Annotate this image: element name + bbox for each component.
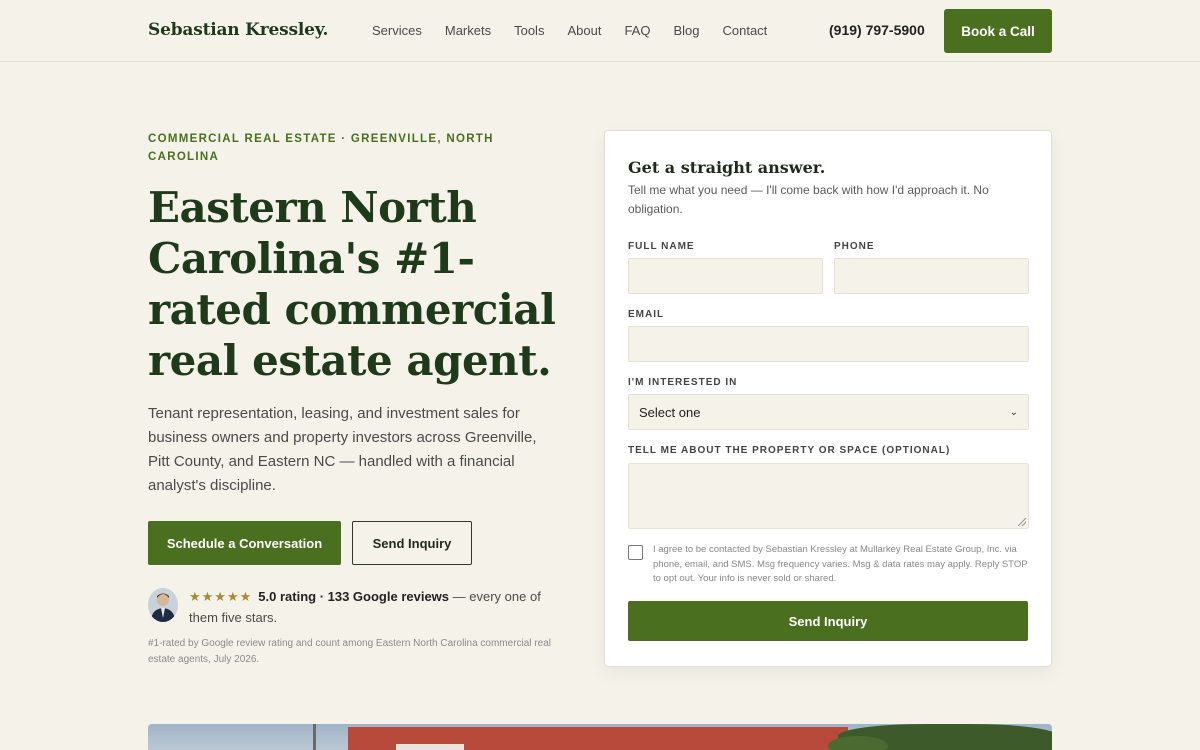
full-name-label: FULL NAME: [628, 241, 695, 252]
form-title: Get a straight answer.: [628, 158, 826, 177]
consent-checkbox[interactable]: [628, 545, 643, 560]
brand-logo[interactable]: Sebastian Kressley.: [148, 20, 328, 40]
interest-select[interactable]: Select one ⌄: [628, 394, 1029, 430]
message-label: TELL ME ABOUT THE PROPERTY OR SPACE (OPT…: [628, 445, 951, 456]
book-call-button[interactable]: Book a Call: [944, 9, 1052, 53]
email-label: EMAIL: [628, 309, 665, 320]
phone-link[interactable]: (919) 797-5900: [829, 22, 925, 38]
nav-blog[interactable]: Blog: [673, 23, 699, 38]
site-header: Sebastian Kressley. Services Markets Too…: [0, 0, 1200, 62]
chevron-down-icon: ⌄: [1009, 406, 1018, 418]
interest-select-value: Select one: [639, 404, 701, 420]
utility-pole: [313, 724, 316, 750]
property-photo: [148, 724, 1052, 750]
rating-footnote: #1-rated by Google review rating and cou…: [148, 638, 551, 665]
nav-about[interactable]: About: [567, 23, 601, 38]
form-subtitle: Tell me what you need — I'll come back w…: [628, 183, 989, 216]
send-inquiry-button[interactable]: Send Inquiry: [628, 601, 1028, 641]
interest-label: I'M INTERESTED IN: [628, 377, 738, 388]
phone-field[interactable]: [834, 258, 1029, 294]
full-name-field[interactable]: [628, 258, 823, 294]
rating-text: 5.0 rating · 133 Google reviews: [258, 589, 450, 604]
phone-label: PHONE: [834, 241, 875, 252]
agent-avatar: [148, 588, 178, 622]
hero-eyebrow: COMMERCIAL REAL ESTATE · GREENVILLE, NOR…: [148, 133, 494, 163]
nav-services[interactable]: Services: [372, 23, 422, 38]
hero-title: Eastern North Carolina's #1-rated commer…: [148, 183, 556, 385]
star-rating-icon: ★★★★★: [189, 589, 253, 604]
main-nav: Services Markets Tools About FAQ Blog Co…: [372, 23, 790, 38]
resize-handle-icon[interactable]: [1018, 518, 1026, 526]
send-inquiry-link-button[interactable]: Send Inquiry: [352, 521, 472, 565]
building-sign: [396, 744, 464, 750]
consent-text: I agree to be contacted by Sebastian Kre…: [653, 544, 1028, 584]
email-field[interactable]: [628, 326, 1029, 362]
inquiry-form-card: Get a straight answer. Tell me what you …: [604, 130, 1052, 667]
nav-faq[interactable]: FAQ: [624, 23, 650, 38]
nav-tools[interactable]: Tools: [514, 23, 544, 38]
message-textarea[interactable]: [628, 463, 1029, 529]
hero-description: Tenant representation, leasing, and inve…: [148, 405, 537, 494]
rating-summary: ★★★★★ 5.0 rating · 133 Google reviews — e…: [189, 586, 559, 628]
tree-foliage: [828, 736, 888, 750]
nav-contact[interactable]: Contact: [722, 23, 767, 38]
nav-markets[interactable]: Markets: [445, 23, 491, 38]
schedule-conversation-button[interactable]: Schedule a Conversation: [148, 521, 341, 565]
